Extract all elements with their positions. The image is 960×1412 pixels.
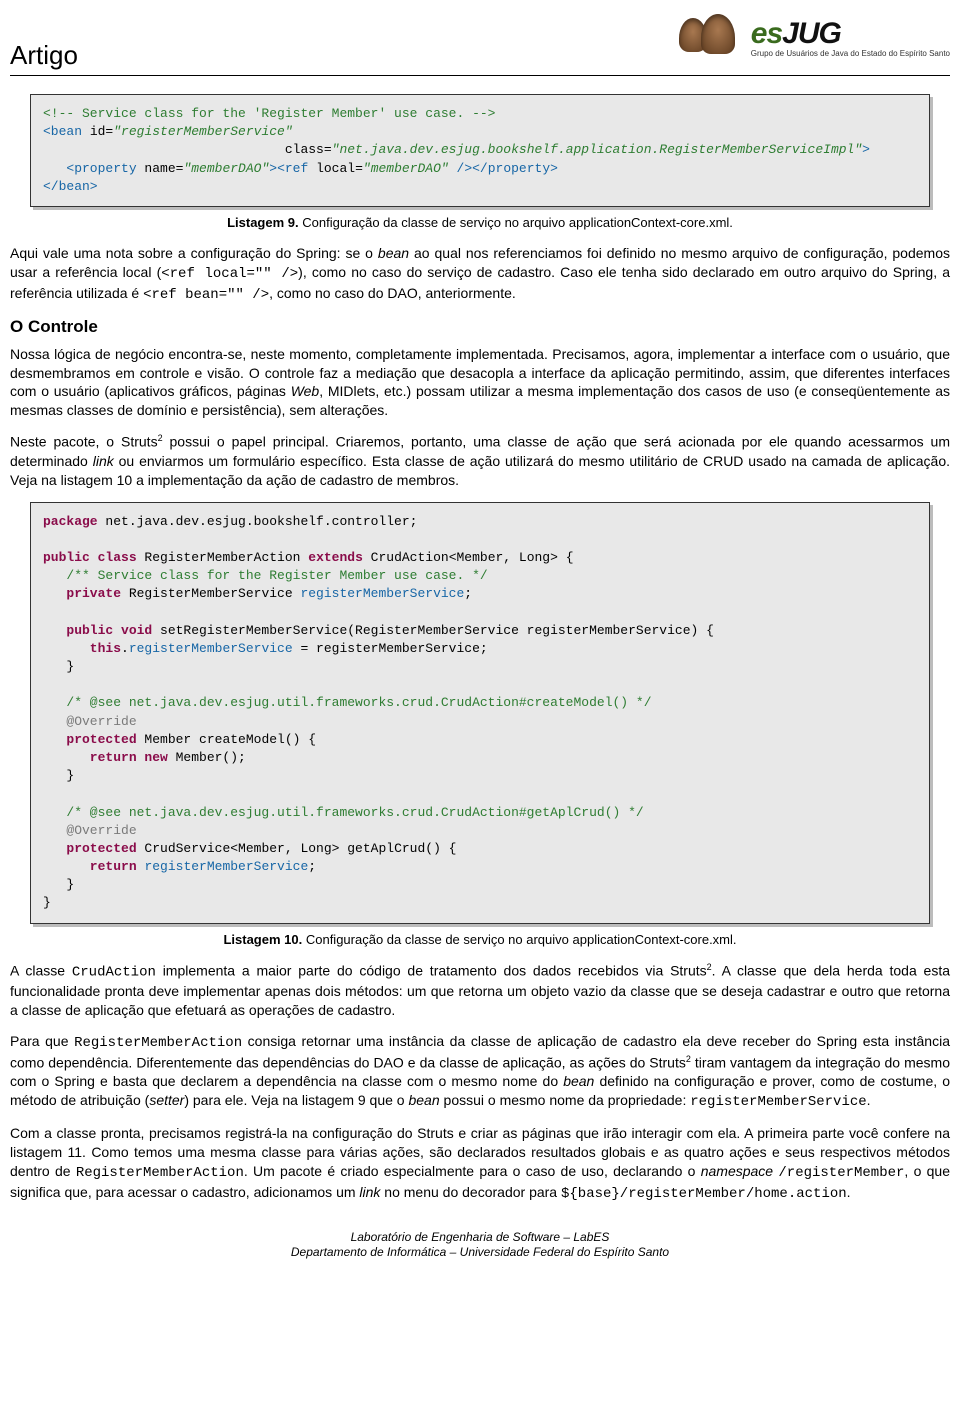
page-header: Artigo esJUG Grupo de Usuários de Java d…: [0, 0, 960, 71]
section-heading-controle: O Controle: [10, 317, 950, 337]
logo: esJUG Grupo de Usuários de Java do Estad…: [675, 10, 950, 62]
logo-jug: JUG: [782, 17, 841, 50]
header-rule: [10, 75, 950, 76]
logo-subtitle: Grupo de Usuários de Java do Estado do E…: [751, 50, 950, 58]
footer-line-1: Laboratório de Engenharia de Software – …: [10, 1230, 950, 1246]
paragraph-6: Com a classe pronta, precisamos registrá…: [10, 1124, 950, 1204]
code-listing-9: <!-- Service class for the 'Register Mem…: [30, 94, 930, 207]
content-area: <!-- Service class for the 'Register Mem…: [0, 94, 960, 1281]
logo-pots-icon: [675, 14, 745, 62]
code-listing-10: package net.java.dev.esjug.bookshelf.con…: [30, 502, 930, 924]
paragraph-4: A classe CrudAction implementa a maior p…: [10, 961, 950, 1020]
paragraph-5: Para que RegisterMemberAction consiga re…: [10, 1032, 950, 1112]
page-title: Artigo: [10, 10, 78, 71]
logo-text: esJUG Grupo de Usuários de Java do Estad…: [751, 19, 950, 58]
listing-9-caption: Listagem 9. Configuração da classe de se…: [10, 215, 950, 230]
paragraph-3: Neste pacote, o Struts2 possui o papel p…: [10, 432, 950, 489]
paragraph-2: Nossa lógica de negócio encontra-se, nes…: [10, 345, 950, 421]
footer-line-2: Departamento de Informática – Universida…: [10, 1245, 950, 1261]
logo-es: es: [751, 17, 782, 50]
page-footer: Laboratório de Engenharia de Software – …: [10, 1230, 950, 1271]
paragraph-1: Aqui vale uma nota sobre a configuração …: [10, 244, 950, 305]
listing-10-caption: Listagem 10. Configuração da classe de s…: [10, 932, 950, 947]
